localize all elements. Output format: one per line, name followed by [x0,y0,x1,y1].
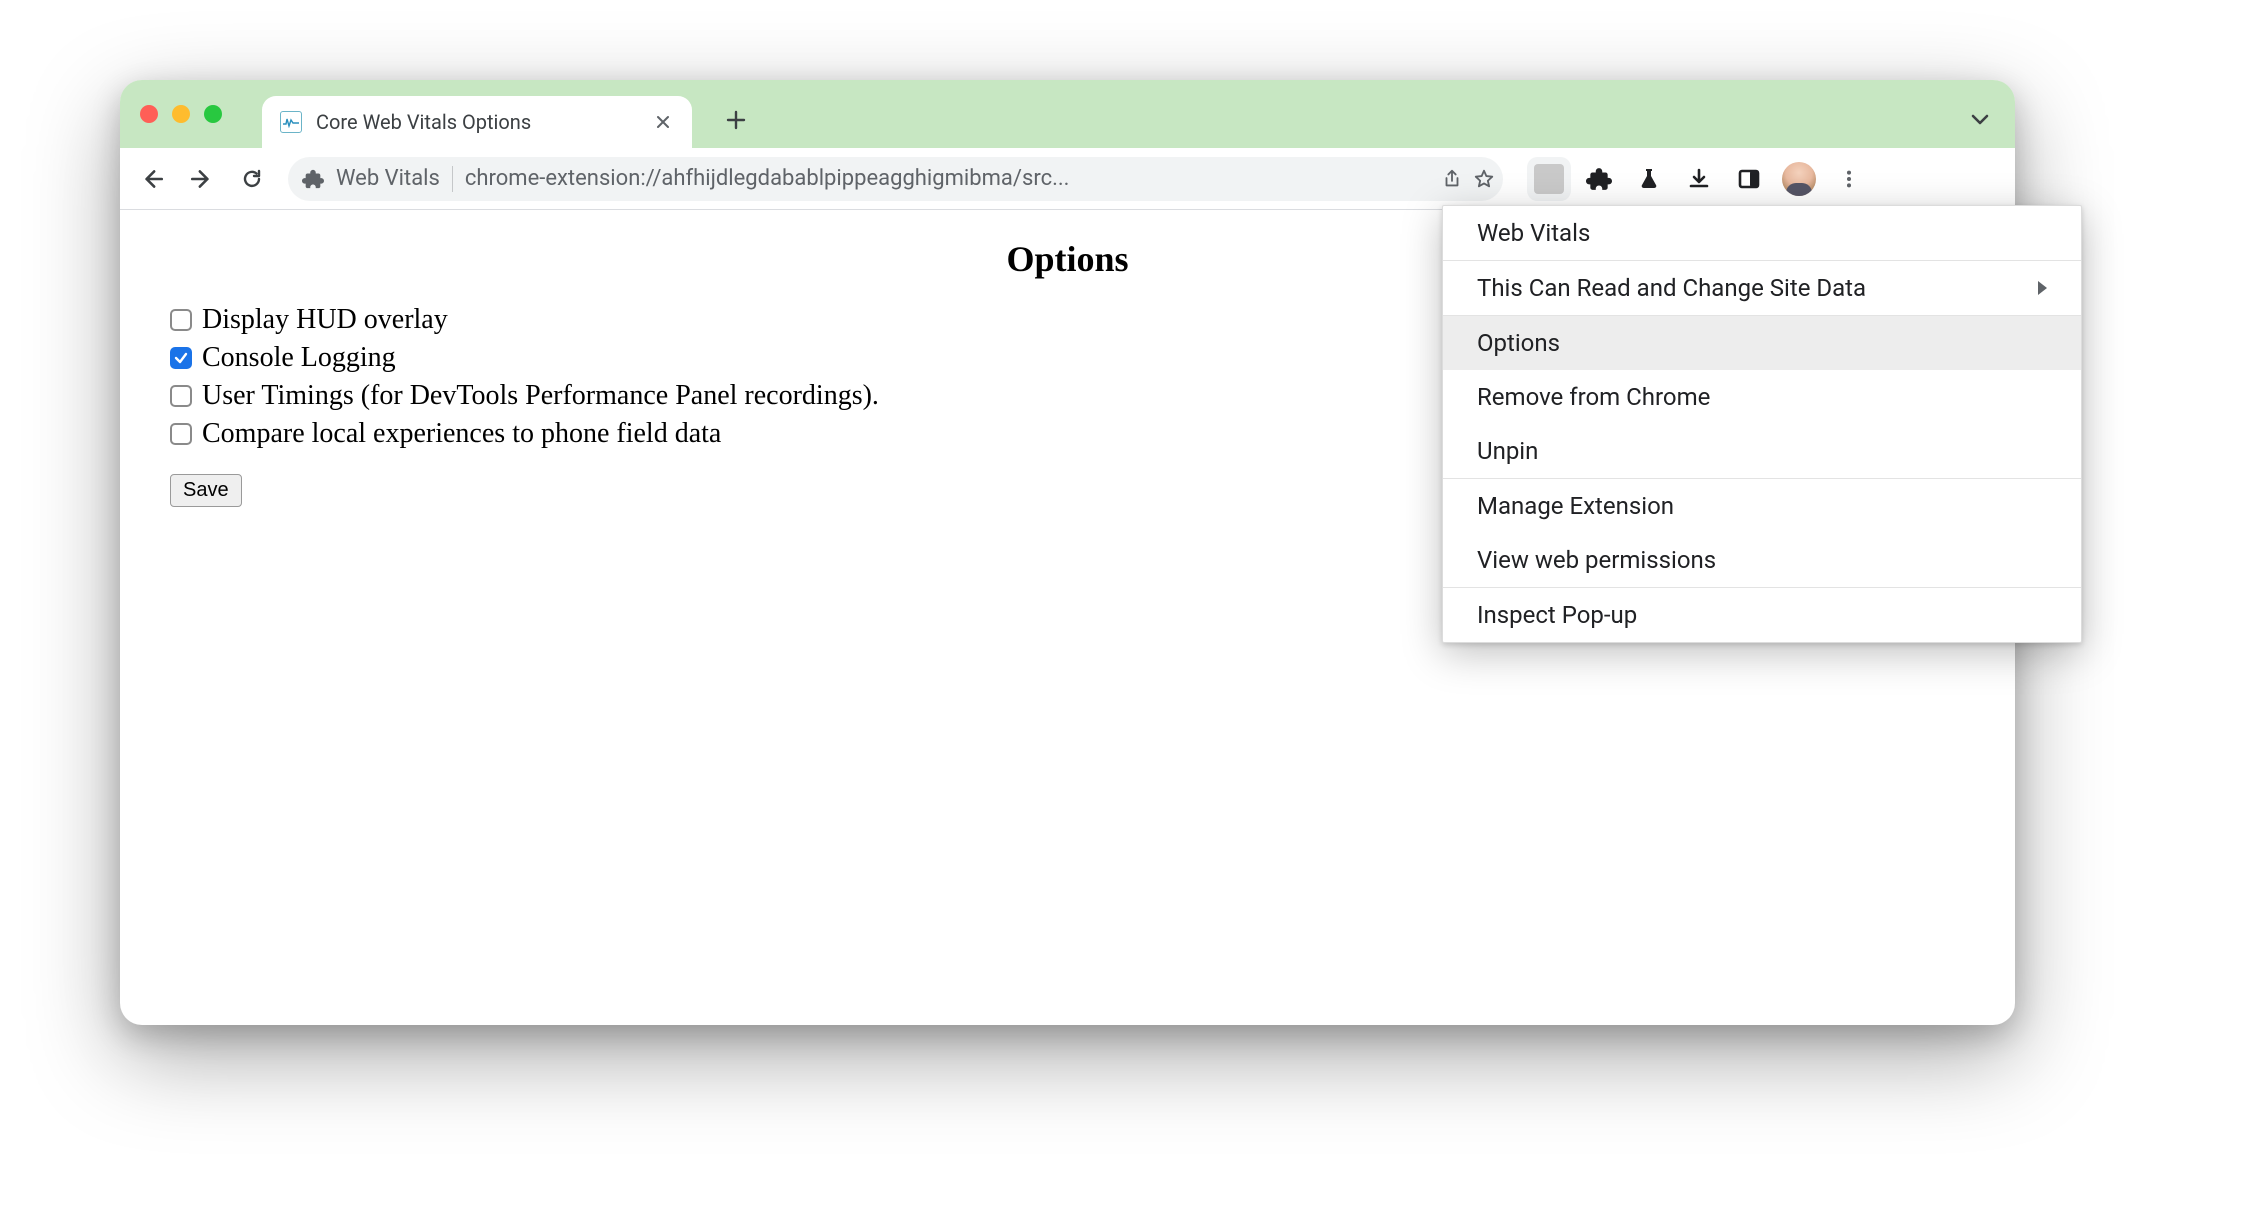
minimize-window-button[interactable] [172,105,190,123]
checkbox-console-logging[interactable] [170,347,192,369]
tab-close-button[interactable] [652,111,674,133]
menu-item-label: Inspect Pop-up [1477,601,1637,629]
omnibox-extension-name: Web Vitals [336,166,440,191]
labs-button[interactable] [1629,159,1669,199]
toolbar: Web Vitals chrome-extension://ahfhijdleg… [120,148,2015,210]
option-label: Compare local experiences to phone field… [202,418,721,450]
menu-item-label: This Can Read and Change Site Data [1477,274,1866,302]
new-tab-button[interactable] [716,100,756,140]
tab-favicon-icon [280,111,302,133]
menu-item-remove[interactable]: Remove from Chrome [1443,370,2081,424]
chrome-menu-button[interactable] [1829,159,1869,199]
option-label: Console Logging [202,342,396,374]
checkbox-user-timings[interactable] [170,385,192,407]
context-menu-header-label: Web Vitals [1477,219,1590,247]
extension-square-icon [1534,164,1564,194]
downloads-button[interactable] [1679,159,1719,199]
extension-icon [302,168,324,190]
menu-item-label: View web permissions [1477,546,1716,574]
extensions-button[interactable] [1579,159,1619,199]
menu-item-label: Unpin [1477,437,1538,465]
context-menu-header: Web Vitals [1443,206,2081,260]
menu-item-site-data[interactable]: This Can Read and Change Site Data [1443,261,2081,315]
close-window-button[interactable] [140,105,158,123]
side-panel-button[interactable] [1729,159,1769,199]
back-button[interactable] [130,157,174,201]
tab-title: Core Web Vitals Options [316,110,638,134]
omnibox-separator [452,166,453,192]
save-button[interactable]: Save [170,474,242,507]
current-extension-button[interactable] [1529,159,1569,199]
extension-context-menu: Web Vitals This Can Read and Change Site… [1442,205,2082,643]
address-bar[interactable]: Web Vitals chrome-extension://ahfhijdleg… [288,157,1503,201]
checkbox-hud-overlay[interactable] [170,309,192,331]
menu-item-unpin[interactable]: Unpin [1443,424,2081,478]
menu-item-inspect-popup[interactable]: Inspect Pop-up [1443,588,2081,642]
checkbox-compare-local[interactable] [170,423,192,445]
menu-item-label: Remove from Chrome [1477,383,1710,411]
omnibox-url: chrome-extension://ahfhijdlegdabablpippe… [465,166,1429,191]
browser-tab[interactable]: Core Web Vitals Options [262,96,692,148]
menu-item-manage-extension[interactable]: Manage Extension [1443,479,2081,533]
submenu-arrow-icon [2038,281,2047,295]
menu-item-label: Manage Extension [1477,492,1674,520]
reload-button[interactable] [230,157,274,201]
window-controls [140,105,222,123]
forward-button[interactable] [180,157,224,201]
tab-list-button[interactable] [1969,108,1991,130]
menu-item-view-permissions[interactable]: View web permissions [1443,533,2081,587]
tab-strip: Core Web Vitals Options [120,80,2015,148]
profile-avatar[interactable] [1779,159,1819,199]
option-label: User Timings (for DevTools Performance P… [202,380,879,412]
bookmark-star-icon[interactable] [1473,168,1495,190]
avatar-icon [1782,162,1816,196]
option-label: Display HUD overlay [202,304,448,336]
toolbar-actions [1529,159,1869,199]
menu-item-options[interactable]: Options [1443,316,2081,370]
menu-item-label: Options [1477,329,1560,357]
share-icon[interactable] [1441,168,1463,190]
maximize-window-button[interactable] [204,105,222,123]
